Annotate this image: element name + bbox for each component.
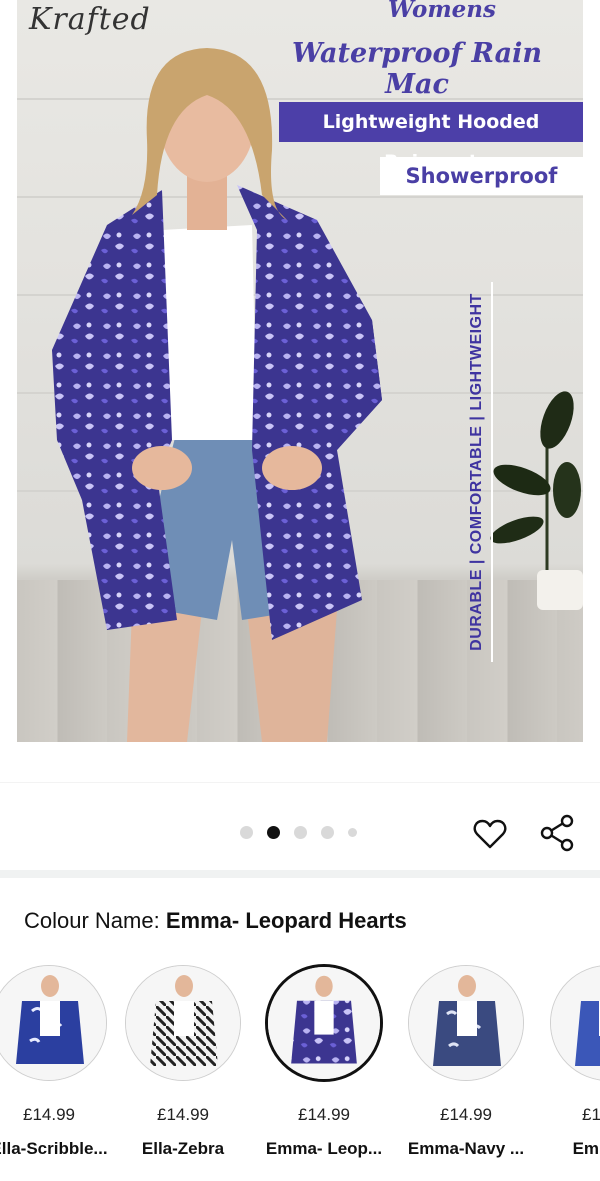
carousel-dot[interactable]	[321, 825, 334, 839]
colour-name-row: Colour Name: Emma- Leopard Hearts	[24, 908, 407, 934]
swatch-name: Emma-Navy ...	[407, 1139, 525, 1158]
hero-title-line2: Waterproof Rain Mac	[292, 38, 542, 100]
swatch-image[interactable]	[408, 965, 524, 1081]
divider	[0, 782, 600, 783]
swatch-price: £14.99	[298, 1105, 350, 1124]
section-band	[0, 870, 600, 878]
colour-name-label: Colour Name:	[24, 908, 160, 933]
carousel-dot[interactable]	[240, 825, 253, 839]
carousel-dot[interactable]	[294, 825, 307, 839]
colour-name-value: Emma- Leopard Hearts	[165, 908, 407, 933]
swatch-item[interactable]: £14.99 Emma-Navy ...	[401, 958, 531, 1168]
carousel-dot-active[interactable]	[267, 825, 280, 839]
swatch-image[interactable]	[550, 965, 600, 1081]
plant-decoration	[490, 391, 583, 610]
favorite-button[interactable]	[470, 814, 510, 854]
swatch-name: Emma-...	[572, 1139, 600, 1158]
carousel-indicator	[240, 824, 357, 840]
swatch-image[interactable]	[265, 964, 383, 1082]
swatch-item[interactable]: £14.99 Ella-Zebra	[118, 958, 248, 1168]
carousel-dot[interactable]	[348, 827, 357, 837]
swatch-price: £14.99	[157, 1105, 209, 1124]
heart-icon	[473, 819, 507, 849]
vertical-rule	[491, 282, 493, 662]
swatch-price: £14.99	[23, 1105, 75, 1124]
swatch-item-selected[interactable]: £14.99 Emma- Leop...	[259, 958, 389, 1168]
swatch-price: £14.99	[582, 1105, 600, 1124]
swatch-name: Emma- Leop...	[265, 1139, 383, 1158]
colour-swatch-list: £14.99 Ella-Scribble... £14.99 Ella-Zebr…	[0, 958, 600, 1181]
swatch-image[interactable]	[0, 965, 107, 1081]
swatch-price: £14.99	[440, 1105, 492, 1124]
share-button[interactable]	[536, 812, 578, 854]
swatch-image[interactable]	[125, 965, 241, 1081]
hero-tag-primary: Lightweight Hooded Raincoat	[279, 102, 583, 173]
swatch-item[interactable]: £14.99 Emma-...	[543, 958, 600, 1168]
vertical-feature-banner: DURABLE | COMFORTABLE | LIGHTWEIGHT	[457, 282, 497, 662]
product-image-carousel[interactable]: Krafted Womens Waterproof Rain Mac Light…	[0, 0, 600, 782]
swatch-item[interactable]: £14.99 Ella-Scribble...	[0, 958, 114, 1168]
share-icon	[540, 814, 574, 852]
vertical-feature-text: DURABLE | COMFORTABLE | LIGHTWEIGHT	[468, 293, 485, 651]
hero-tag-secondary: Showerproof	[380, 157, 583, 195]
brand-logo: Krafted	[29, 2, 151, 37]
product-photo[interactable]: Krafted Womens Waterproof Rain Mac Light…	[17, 0, 583, 742]
swatch-name: Ella-Scribble...	[0, 1139, 108, 1158]
hero-title-line1: Womens	[388, 0, 496, 23]
swatch-name: Ella-Zebra	[141, 1139, 225, 1158]
